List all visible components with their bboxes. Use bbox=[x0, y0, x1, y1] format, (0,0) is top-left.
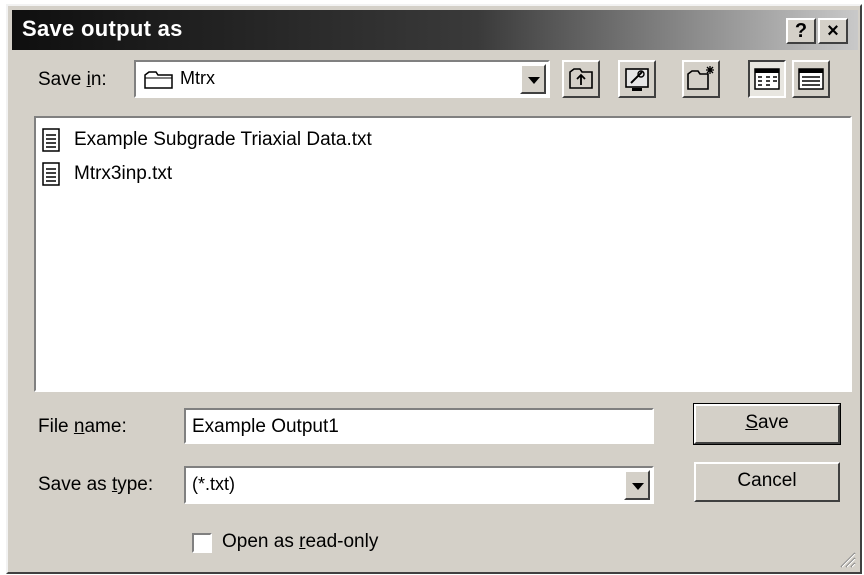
save-in-combo[interactable]: Mtrx bbox=[134, 60, 550, 98]
details-view-icon bbox=[798, 68, 824, 90]
file-name-value: Example Output1 bbox=[192, 416, 339, 437]
save-as-type-dropdown-arrow[interactable] bbox=[624, 470, 650, 500]
desktop-button[interactable] bbox=[618, 60, 656, 98]
save-as-type-label: Save as type: bbox=[38, 474, 154, 495]
file-name-text: Example Subgrade Triaxial Data.txt bbox=[74, 129, 372, 150]
save-in-label: Save in: bbox=[38, 69, 107, 90]
list-view-button[interactable] bbox=[748, 60, 786, 98]
resize-grip-icon[interactable] bbox=[838, 550, 856, 568]
file-name-text: Mtrx3inp.txt bbox=[74, 163, 173, 184]
save-dialog: Save output as ? × Save in: Mtrx Example… bbox=[6, 4, 862, 574]
up-one-level-button[interactable] bbox=[562, 60, 600, 98]
file-name-input[interactable]: Example Output1 bbox=[184, 408, 654, 444]
desktop-icon bbox=[625, 68, 649, 91]
read-only-checkbox[interactable] bbox=[192, 533, 212, 553]
save-as-type-select[interactable]: (*.txt) bbox=[184, 466, 654, 504]
dialog-title: Save output as bbox=[22, 16, 183, 41]
save-in-dropdown-arrow[interactable] bbox=[520, 64, 546, 94]
title-bar[interactable]: Save output as ? × bbox=[12, 10, 858, 50]
details-view-button[interactable] bbox=[792, 60, 830, 98]
close-button[interactable]: × bbox=[818, 18, 848, 44]
text-file-icon bbox=[42, 162, 60, 186]
cancel-button[interactable]: Cancel bbox=[694, 462, 840, 502]
read-only-label[interactable]: Open as read-only bbox=[222, 531, 378, 553]
save-button[interactable]: Save bbox=[693, 403, 841, 445]
file-list[interactable]: Example Subgrade Triaxial Data.txt Mtrx3… bbox=[34, 116, 852, 392]
save-as-type-value: (*.txt) bbox=[192, 474, 235, 494]
new-folder-button[interactable] bbox=[682, 60, 720, 98]
file-name-label: File name: bbox=[38, 416, 127, 437]
list-view-icon bbox=[754, 68, 780, 90]
up-folder-icon bbox=[569, 68, 593, 89]
help-button[interactable]: ? bbox=[786, 18, 816, 44]
new-folder-icon bbox=[687, 66, 714, 90]
save-in-value: Mtrx bbox=[180, 68, 215, 88]
folder-icon bbox=[144, 71, 173, 89]
text-file-icon bbox=[42, 128, 60, 152]
